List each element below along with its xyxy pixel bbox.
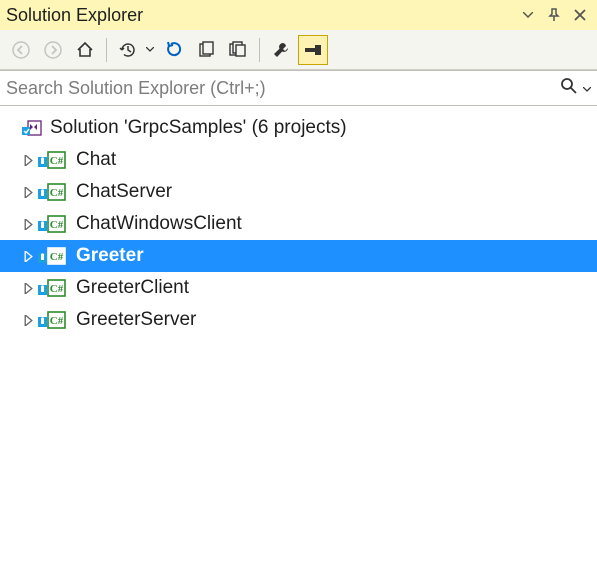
toolbar-separator bbox=[259, 38, 260, 62]
expand-icon[interactable] bbox=[22, 315, 34, 326]
search-input[interactable] bbox=[6, 71, 559, 105]
back-button[interactable] bbox=[6, 35, 36, 65]
csharp-project-icon: C# bbox=[38, 279, 66, 297]
history-dropdown-icon[interactable] bbox=[143, 35, 157, 65]
forward-button[interactable] bbox=[38, 35, 68, 65]
search-bar bbox=[0, 70, 597, 106]
csharp-project-icon: C# bbox=[38, 215, 66, 233]
solution-label: Solution 'GrpcSamples' (6 projects) bbox=[50, 117, 347, 139]
search-dropdown-icon[interactable] bbox=[583, 79, 591, 97]
refresh-button[interactable] bbox=[159, 35, 189, 65]
project-node[interactable]: C# ChatServer bbox=[0, 176, 597, 208]
project-label: Chat bbox=[76, 149, 116, 171]
window-menu-icon[interactable] bbox=[517, 4, 539, 26]
project-node[interactable]: C# ChatWindowsClient bbox=[0, 208, 597, 240]
show-all-files-button[interactable] bbox=[223, 35, 253, 65]
search-icon[interactable] bbox=[559, 76, 579, 101]
svg-text:C#: C# bbox=[50, 251, 64, 263]
csharp-project-icon: C# bbox=[38, 151, 66, 169]
preview-button[interactable] bbox=[298, 35, 328, 65]
project-node[interactable]: C# GreeterServer bbox=[0, 304, 597, 336]
title-bar: Solution Explorer bbox=[0, 0, 597, 30]
svg-text:C#: C# bbox=[50, 315, 64, 327]
expand-icon[interactable] bbox=[22, 219, 34, 230]
properties-button[interactable] bbox=[266, 35, 296, 65]
toolbar-separator bbox=[106, 38, 107, 62]
svg-text:C#: C# bbox=[50, 219, 64, 231]
project-label: Greeter bbox=[76, 245, 144, 267]
project-node[interactable]: C# GreeterClient bbox=[0, 272, 597, 304]
expand-icon[interactable] bbox=[22, 283, 34, 294]
svg-text:C#: C# bbox=[50, 187, 64, 199]
panel-title: Solution Explorer bbox=[6, 5, 517, 26]
solution-node[interactable]: ▷ Solution 'GrpcSamples' (6 projects) bbox=[0, 112, 597, 144]
csharp-project-icon: C# bbox=[38, 247, 66, 265]
project-node[interactable]: C# Chat bbox=[0, 144, 597, 176]
expand-icon[interactable] bbox=[22, 155, 34, 166]
csharp-project-icon: C# bbox=[38, 183, 66, 201]
project-label: ChatWindowsClient bbox=[76, 213, 242, 235]
project-label: GreeterClient bbox=[76, 277, 189, 299]
expand-icon[interactable] bbox=[22, 187, 34, 198]
solution-icon bbox=[22, 119, 42, 137]
close-icon[interactable] bbox=[569, 4, 591, 26]
svg-text:C#: C# bbox=[50, 283, 64, 295]
toolbar bbox=[0, 30, 597, 70]
history-button[interactable] bbox=[113, 35, 143, 65]
home-button[interactable] bbox=[70, 35, 100, 65]
solution-tree: ▷ Solution 'GrpcSamples' (6 projects) C# bbox=[0, 106, 597, 342]
project-label: GreeterServer bbox=[76, 309, 196, 331]
title-bar-buttons bbox=[517, 4, 591, 26]
pin-icon[interactable] bbox=[543, 4, 565, 26]
project-node[interactable]: C# Greeter bbox=[0, 240, 597, 272]
csharp-project-icon: C# bbox=[38, 311, 66, 329]
svg-text:C#: C# bbox=[50, 155, 64, 167]
expand-icon[interactable] bbox=[22, 251, 34, 262]
project-label: ChatServer bbox=[76, 181, 172, 203]
collapse-all-button[interactable] bbox=[191, 35, 221, 65]
